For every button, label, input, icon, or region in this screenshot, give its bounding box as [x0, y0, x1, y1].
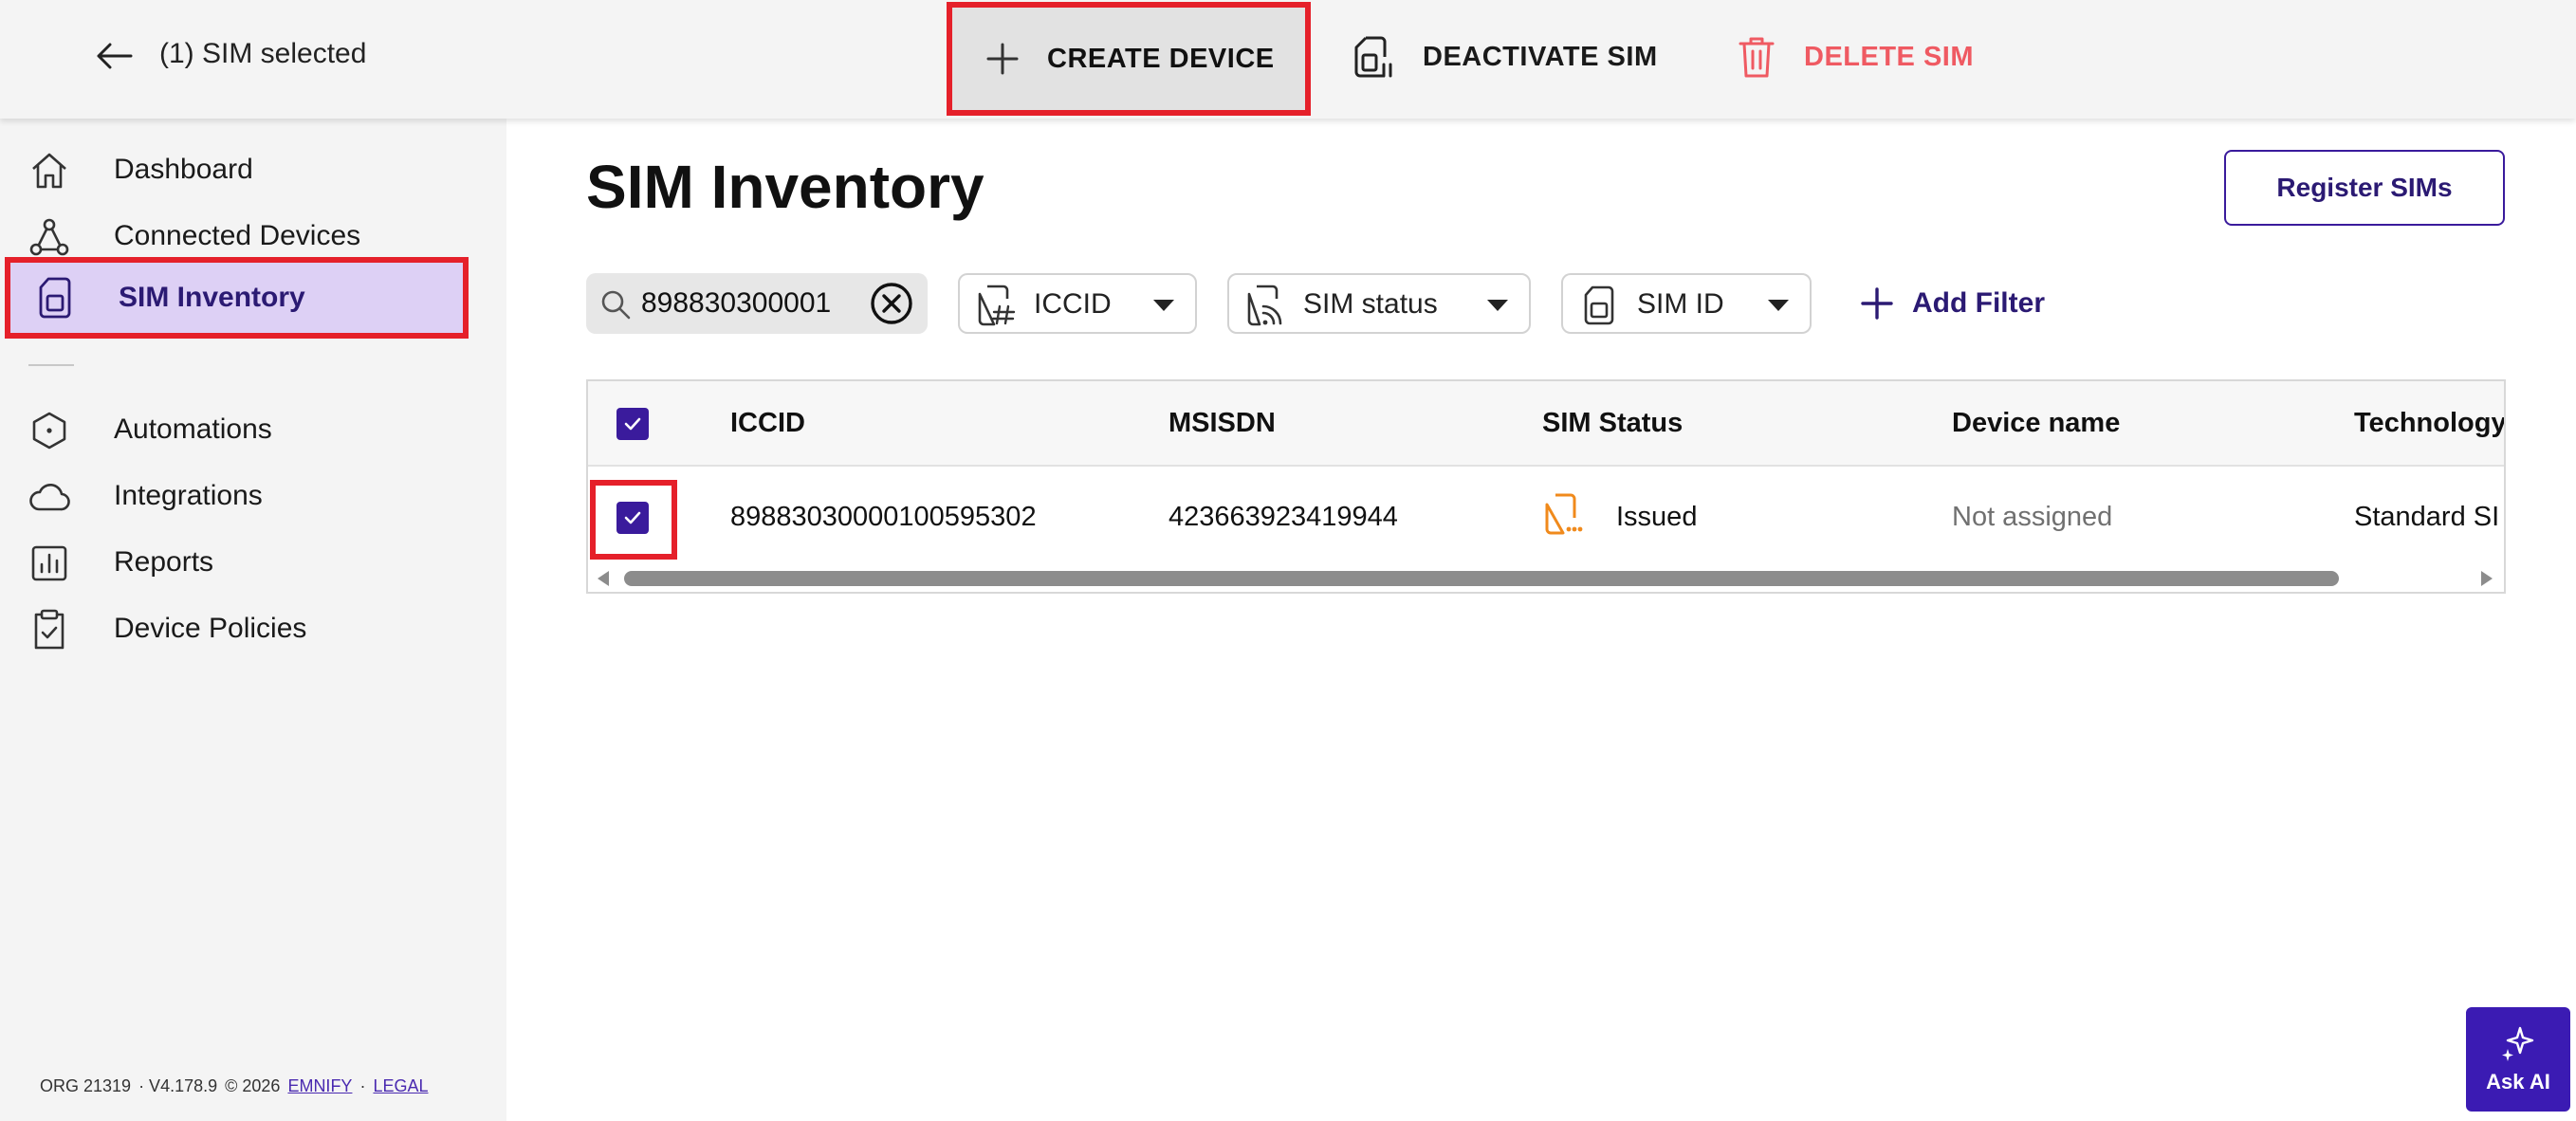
- plus-icon: [986, 43, 1019, 75]
- sidebar-item-automations[interactable]: Automations: [0, 398, 506, 461]
- scrollbar-thumb[interactable]: [624, 571, 2339, 586]
- clipboard-check-icon: [28, 609, 70, 651]
- search-input[interactable]: 898830300001: [641, 287, 831, 320]
- sidebar-divider: [28, 364, 74, 366]
- cell-technology: Standard SI: [2354, 502, 2500, 532]
- sidebar-item-label: Device Policies: [114, 613, 307, 644]
- sidebar-item-sim-inventory[interactable]: SIM Inventory: [5, 257, 469, 339]
- footer-separator: ·: [359, 1076, 366, 1095]
- search-icon: [599, 288, 632, 325]
- sidebar: Dashboard Connected Devices SIM Inventor…: [0, 119, 506, 1121]
- sidebar-item-device-policies[interactable]: Device Policies: [0, 597, 506, 660]
- delete-sim-button[interactable]: DELETE SIM: [1738, 0, 1974, 114]
- sidebar-item-dashboard[interactable]: Dashboard: [0, 138, 506, 201]
- sidebar-footer: ORG 21319 · V4.178.9 © 2026 EMNIFY · LEG…: [40, 1076, 429, 1096]
- scroll-right-arrow[interactable]: [2481, 571, 2493, 586]
- sim-pause-icon: [1354, 36, 1392, 78]
- cell-msisdn: 423663923419944: [1168, 502, 1398, 532]
- arrow-left-icon: [97, 43, 133, 69]
- sim-hash-icon: [975, 285, 1017, 326]
- network-icon: [28, 216, 70, 258]
- column-header-iccid[interactable]: ICCID: [730, 408, 805, 439]
- clear-search-button[interactable]: [869, 281, 914, 326]
- column-header-msisdn[interactable]: MSISDN: [1168, 408, 1276, 439]
- caret-down-icon: [1487, 300, 1508, 311]
- cloud-icon: [28, 476, 70, 518]
- cell-sim-status: Issued: [1616, 502, 1698, 532]
- filter-label: ICCID: [1034, 288, 1112, 320]
- sim-table: ICCID MSISDN SIM Status Device name Tech…: [586, 379, 2506, 594]
- cell-iccid: 89883030000100595302: [730, 502, 1037, 532]
- sidebar-item-label: Dashboard: [114, 154, 253, 185]
- sidebar-item-integrations[interactable]: Integrations: [0, 465, 506, 527]
- filter-label: SIM ID: [1637, 288, 1724, 320]
- row-checkbox[interactable]: [616, 502, 649, 534]
- add-filter-label: Add Filter: [1912, 287, 2045, 319]
- sim-signal-icon: [1244, 285, 1286, 326]
- sidebar-item-label: Integrations: [114, 480, 263, 511]
- back-button[interactable]: [90, 32, 138, 80]
- home-icon: [28, 150, 70, 192]
- plus-icon: [1861, 287, 1893, 320]
- caret-down-icon: [1153, 300, 1174, 311]
- filter-label: SIM status: [1303, 288, 1438, 320]
- sparkle-icon: [2502, 1026, 2534, 1061]
- bar-chart-icon: [28, 542, 70, 584]
- create-device-label: CREATE DEVICE: [1047, 43, 1275, 74]
- hexagon-icon: [28, 410, 70, 451]
- sim-icon: [34, 277, 76, 319]
- scroll-left-arrow[interactable]: [598, 571, 609, 586]
- column-header-technology[interactable]: Technology: [2354, 408, 2504, 439]
- table-header: ICCID MSISDN SIM Status Device name Tech…: [588, 381, 2504, 467]
- selection-count: (1) SIM selected: [159, 38, 367, 69]
- sidebar-item-label: Automations: [114, 413, 272, 445]
- deactivate-sim-button[interactable]: DEACTIVATE SIM: [1352, 0, 1658, 114]
- iccid-filter[interactable]: ICCID: [958, 273, 1197, 334]
- sim-status-issued-icon: [1542, 491, 1584, 542]
- app-version: · V4.178.9: [138, 1076, 218, 1095]
- column-header-device-name[interactable]: Device name: [1952, 408, 2120, 439]
- check-icon: [624, 417, 641, 431]
- sidebar-item-label: Connected Devices: [114, 220, 361, 251]
- check-icon: [624, 511, 641, 524]
- sidebar-item-label: SIM Inventory: [119, 282, 305, 313]
- ask-ai-button[interactable]: Ask AI: [2466, 1007, 2570, 1112]
- clear-circle-icon: [871, 283, 912, 324]
- emnify-link[interactable]: EMNIFY: [287, 1076, 352, 1096]
- sim-status-filter[interactable]: SIM status: [1227, 273, 1531, 334]
- sidebar-item-label: Reports: [114, 546, 214, 578]
- select-all-checkbox[interactable]: [616, 408, 649, 440]
- page-title: SIM Inventory: [586, 153, 984, 221]
- org-id: ORG 21319: [40, 1076, 132, 1095]
- deactivate-sim-label: DEACTIVATE SIM: [1423, 41, 1658, 72]
- delete-sim-label: DELETE SIM: [1804, 41, 1975, 72]
- add-filter-button[interactable]: Add Filter: [1861, 283, 2045, 324]
- sim-id-filter[interactable]: SIM ID: [1561, 273, 1812, 334]
- trash-icon: [1739, 37, 1775, 78]
- sidebar-item-reports[interactable]: Reports: [0, 531, 506, 594]
- register-sims-button[interactable]: Register SIMs: [2224, 150, 2505, 226]
- column-header-sim-status[interactable]: SIM Status: [1542, 408, 1683, 439]
- sim-icon: [1578, 285, 1620, 326]
- copyright: © 2026: [225, 1076, 281, 1095]
- legal-link[interactable]: LEGAL: [373, 1076, 428, 1096]
- ask-ai-label: Ask AI: [2486, 1070, 2550, 1093]
- create-device-button[interactable]: CREATE DEVICE: [947, 2, 1311, 116]
- caret-down-icon: [1768, 300, 1789, 311]
- cell-device-name: Not assigned: [1952, 502, 2113, 532]
- action-bar: (1) SIM selected CREATE DEVICE DEACTIVAT…: [0, 0, 2576, 119]
